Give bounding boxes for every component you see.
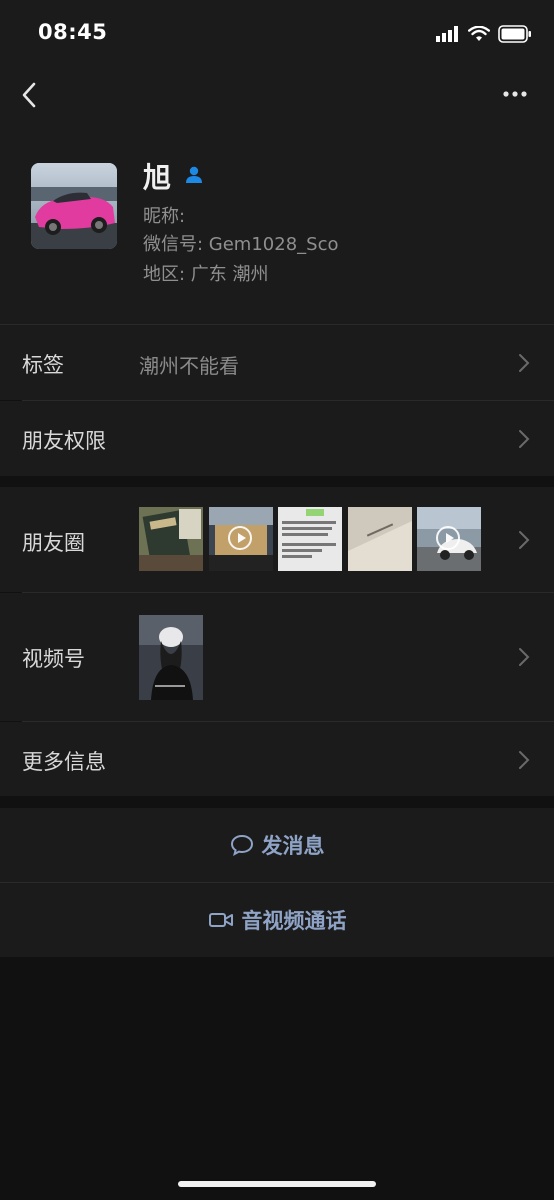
friend-permissions-row[interactable]: 朋友权限 <box>0 401 554 476</box>
signal-icon <box>436 26 458 42</box>
av-call-label: 音视频通话 <box>241 909 347 933</box>
friend-permissions-label: 朋友权限 <box>22 429 106 453</box>
home-indicator[interactable] <box>178 1181 376 1187</box>
more-dots-icon <box>503 91 527 97</box>
chevron-right-icon <box>519 430 530 448</box>
region-text: 地区: 广东 潮州 <box>143 264 269 285</box>
send-message-label: 发消息 <box>261 834 325 858</box>
avatar-image <box>31 163 117 249</box>
moments-video-thumbnail <box>209 507 273 571</box>
back-button[interactable] <box>18 80 42 110</box>
channels-thumbnail <box>139 615 203 700</box>
channels-row[interactable]: 视频号 <box>0 593 554 721</box>
moments-video-thumbnail <box>417 507 481 571</box>
battery-icon <box>498 25 531 43</box>
moments-label: 朋友圈 <box>22 531 85 555</box>
status-icons <box>436 22 532 46</box>
tags-value: 潮州不能看 <box>139 354 239 378</box>
chevron-left-icon <box>22 82 36 108</box>
tags-label: 标签 <box>22 353 64 377</box>
send-message-button[interactable]: 发消息 <box>0 808 554 882</box>
more-button[interactable] <box>500 86 534 102</box>
av-call-button[interactable]: 音视频通话 <box>0 883 554 957</box>
chevron-right-icon <box>519 354 530 372</box>
chevron-right-icon <box>519 751 530 769</box>
wechat-id-text: 微信号: Gem1028_Sco <box>143 234 339 255</box>
more-info-row[interactable]: 更多信息 <box>0 722 554 796</box>
play-icon <box>436 526 460 550</box>
nickname-text: 昵称: <box>143 206 186 227</box>
play-icon <box>228 526 252 550</box>
moments-row[interactable]: 朋友圈 <box>0 487 554 592</box>
moments-thumbnail <box>139 507 203 571</box>
chat-bubble-icon <box>230 834 253 856</box>
channels-label: 视频号 <box>22 647 85 671</box>
contact-name: 旭 <box>143 161 172 194</box>
person-badge-icon <box>186 166 202 183</box>
avatar[interactable] <box>31 163 117 249</box>
more-info-label: 更多信息 <box>22 750 106 774</box>
status-bar: 08:45 <box>0 0 554 66</box>
video-camera-icon <box>208 913 233 927</box>
profile-header: 旭 昵称: 微信号: Gem1028_Sco 地区: 广东 潮州 <box>0 124 554 324</box>
nav-bar <box>0 66 554 124</box>
chevron-right-icon <box>519 531 530 549</box>
status-time: 08:45 <box>38 20 108 44</box>
wifi-icon <box>468 26 490 41</box>
tags-row[interactable]: 标签 潮州不能看 <box>0 325 554 400</box>
chevron-right-icon <box>519 648 530 666</box>
moments-thumbnail <box>278 507 342 571</box>
moments-thumbnail <box>348 507 412 571</box>
